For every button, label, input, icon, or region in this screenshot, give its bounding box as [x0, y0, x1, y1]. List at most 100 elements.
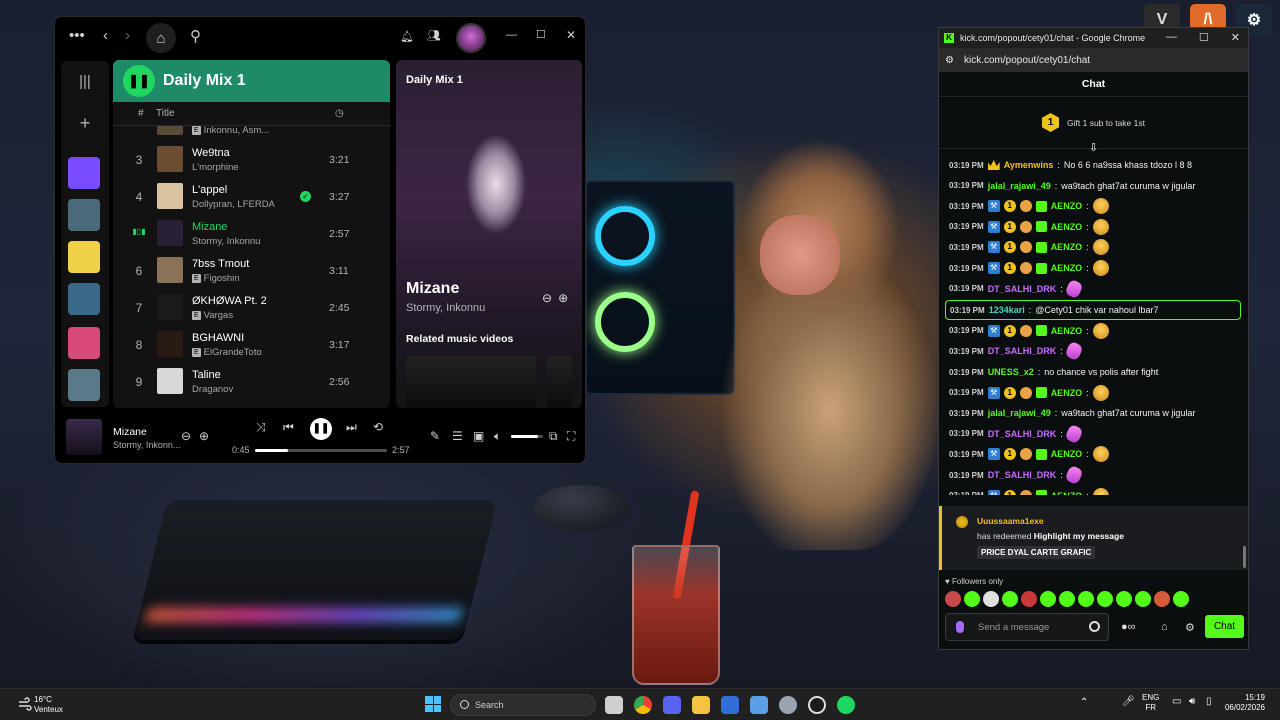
- quick-emote-icon[interactable]: [1078, 591, 1094, 607]
- message-username[interactable]: UNESS_x2: [988, 367, 1034, 377]
- quick-emote-icon[interactable]: [1135, 591, 1151, 607]
- track-name[interactable]: ØKHØWA Pt. 2: [192, 295, 267, 307]
- progress-bar[interactable]: [255, 449, 387, 452]
- chat-message[interactable]: 03:19 PM jalal_rajawi_49: wa9tach ghat7at …: [949, 404, 1195, 422]
- library-icon[interactable]: |||: [73, 73, 97, 97]
- chat-message[interactable]: 03:19 PM DT_SALHI_DRK:: [949, 278, 1084, 299]
- remove-icon[interactable]: ⊖: [181, 429, 191, 443]
- track-row[interactable]: E Inkonnu, Asm...: [113, 126, 390, 141]
- chat-message[interactable]: 03:19 PM⚒1 AENZO:: [949, 259, 1109, 277]
- previous-icon[interactable]: ⏮: [283, 420, 294, 435]
- chat-scrollbar[interactable]: [1243, 546, 1246, 568]
- message-username[interactable]: AENZO: [1051, 449, 1083, 459]
- track-row[interactable]: 4 L'appel Dollypran, LFERDA ✓ 3:27: [113, 178, 390, 215]
- tray-chevron-icon[interactable]: ⌃: [1080, 698, 1088, 708]
- message-username[interactable]: AENZO: [1051, 201, 1083, 211]
- microphone-icon[interactable]: [956, 621, 964, 633]
- chat-message[interactable]: 03:19 PM⚒1 AENZO:: [949, 197, 1109, 215]
- message-username[interactable]: 1234kari: [989, 305, 1025, 315]
- pink-emote-icon[interactable]: [1063, 341, 1084, 362]
- discord-icon[interactable]: [663, 696, 681, 714]
- smiley-emote-icon[interactable]: [1092, 218, 1109, 235]
- track-name[interactable]: 7bss Tmout: [192, 258, 249, 270]
- add-icon[interactable]: +: [73, 113, 97, 137]
- smiley-emote-icon[interactable]: [1092, 322, 1109, 339]
- track-artist[interactable]: Vargas: [204, 310, 233, 321]
- chat-message[interactable]: 03:19 PM 1234kari: @Cety01 chik var nahoul…: [945, 300, 1241, 321]
- related-video-thumb[interactable]: [406, 356, 536, 408]
- track-name[interactable]: Mizane: [192, 221, 227, 233]
- message-username[interactable]: AENZO: [1051, 222, 1083, 232]
- battery-icon[interactable]: ▯: [1206, 697, 1212, 707]
- message-username[interactable]: AENZO: [1051, 242, 1083, 252]
- send-chat-button[interactable]: Chat: [1205, 615, 1244, 638]
- track-row[interactable]: 6 7bss Tmout E Figoshin 3:11: [113, 252, 390, 289]
- current-track-artist[interactable]: Stormy, Inkonn...: [113, 440, 180, 450]
- smiley-emote-icon[interactable]: [1092, 384, 1109, 401]
- track-name[interactable]: L'appel: [192, 184, 227, 196]
- track-name[interactable]: Taline: [192, 369, 221, 381]
- pink-emote-icon[interactable]: [1063, 464, 1084, 486]
- back-arrow-icon[interactable]: ‹: [103, 27, 108, 44]
- smiley-emote-icon[interactable]: [1092, 487, 1109, 495]
- track-artist[interactable]: Inkonnu, Asm...: [204, 126, 269, 136]
- related-video-thumb[interactable]: [546, 356, 572, 408]
- minimize-icon[interactable]: —: [506, 29, 517, 41]
- close-icon[interactable]: ✕: [566, 28, 576, 42]
- chat-message[interactable]: 03:19 PM UNESS_x2: no chance vs polis afte…: [949, 363, 1158, 381]
- library-playlist-thumb[interactable]: [68, 283, 100, 315]
- spotify-icon[interactable]: [837, 696, 855, 714]
- quick-emote-icon[interactable]: [1002, 591, 1018, 607]
- pause-playlist-button[interactable]: ❚❚: [123, 65, 155, 97]
- send-message-input[interactable]: [978, 619, 1078, 636]
- message-username[interactable]: DT_SALHI_DRK: [988, 429, 1057, 439]
- smiley-emote-icon[interactable]: [1092, 198, 1109, 215]
- quick-emote-icon[interactable]: [1173, 591, 1189, 607]
- chat-message[interactable]: 03:19 PM⚒1 AENZO:: [949, 487, 1109, 495]
- library-playlist-thumb[interactable]: [68, 199, 100, 231]
- quick-emote-icon[interactable]: [1116, 591, 1132, 607]
- chat-message[interactable]: 03:19 PM jalal_rajawi_49: wa9tach ghat7at …: [949, 177, 1195, 195]
- close-icon[interactable]: ✕: [1231, 31, 1240, 44]
- track-artist[interactable]: Dollypran, LFERDA: [192, 199, 275, 210]
- now-playing-artist[interactable]: Stormy, Inkonnu: [406, 302, 485, 314]
- message-username[interactable]: AENZO: [1051, 263, 1083, 273]
- add-icon[interactable]: ⊕: [199, 429, 209, 443]
- track-artist[interactable]: Draganov: [192, 384, 233, 395]
- smiley-emote-icon[interactable]: [1092, 260, 1109, 276]
- clock[interactable]: 15:19 06/02/2026: [1221, 693, 1265, 713]
- smiley-emote-icon[interactable]: [1092, 446, 1109, 463]
- next-icon[interactable]: ⏭: [346, 420, 357, 435]
- add-icon[interactable]: ⊕: [558, 291, 568, 305]
- forward-arrow-icon[interactable]: ›: [125, 27, 130, 44]
- quick-emote-icon[interactable]: [945, 591, 961, 607]
- chat-message[interactable]: 03:19 PM DT_SALHI_DRK:: [949, 341, 1084, 362]
- address-bar[interactable]: ⚙ kick.com/popout/cety01/chat: [939, 48, 1248, 72]
- maximize-icon[interactable]: ☐: [536, 28, 546, 41]
- minimize-icon[interactable]: —: [1166, 31, 1177, 44]
- lyrics-icon[interactable]: ✎: [430, 429, 440, 443]
- chat-message[interactable]: 03:19 PM DT_SALHI_DRK:: [949, 423, 1084, 445]
- now-playing-title[interactable]: Mizane: [406, 280, 459, 298]
- maximize-icon[interactable]: ☐: [1199, 31, 1209, 44]
- bell-icon[interactable]: 🔔︎: [400, 30, 414, 43]
- library-playlist-thumb[interactable]: [68, 157, 100, 189]
- track-row[interactable]: 9 Taline Draganov 2:56: [113, 363, 390, 400]
- message-username[interactable]: AENZO: [1051, 326, 1083, 336]
- chat-message[interactable]: 03:19 PM⚒1 AENZO:: [949, 445, 1109, 463]
- track-name[interactable]: We9tna: [192, 147, 230, 159]
- points-balance-icon[interactable]: ●∞: [1121, 621, 1136, 633]
- chat-message[interactable]: 03:19 PM Aymenwins: No 6 6 na9ssa khass td…: [949, 156, 1192, 174]
- saved-check-icon[interactable]: ✓: [300, 191, 311, 202]
- message-username[interactable]: jalal_rajawi_49: [988, 408, 1051, 418]
- track-row[interactable]: 3 We9tna L'morphine 3:21: [113, 141, 390, 178]
- chat-message[interactable]: 03:19 PM⚒1 AENZO:: [949, 384, 1109, 402]
- chat-message[interactable]: 03:19 PM⚒1 AENZO:: [949, 322, 1109, 340]
- quick-emote-icon[interactable]: [964, 591, 980, 607]
- network-icon[interactable]: ▭: [1172, 697, 1181, 707]
- quick-emote-icon[interactable]: [983, 591, 999, 607]
- current-track-title[interactable]: Mizane: [113, 426, 147, 438]
- weather-widget[interactable]: 16°C Venteux: [18, 695, 63, 715]
- search-icon[interactable]: ⚲: [190, 27, 201, 45]
- home-icon[interactable]: ⌂: [146, 23, 176, 53]
